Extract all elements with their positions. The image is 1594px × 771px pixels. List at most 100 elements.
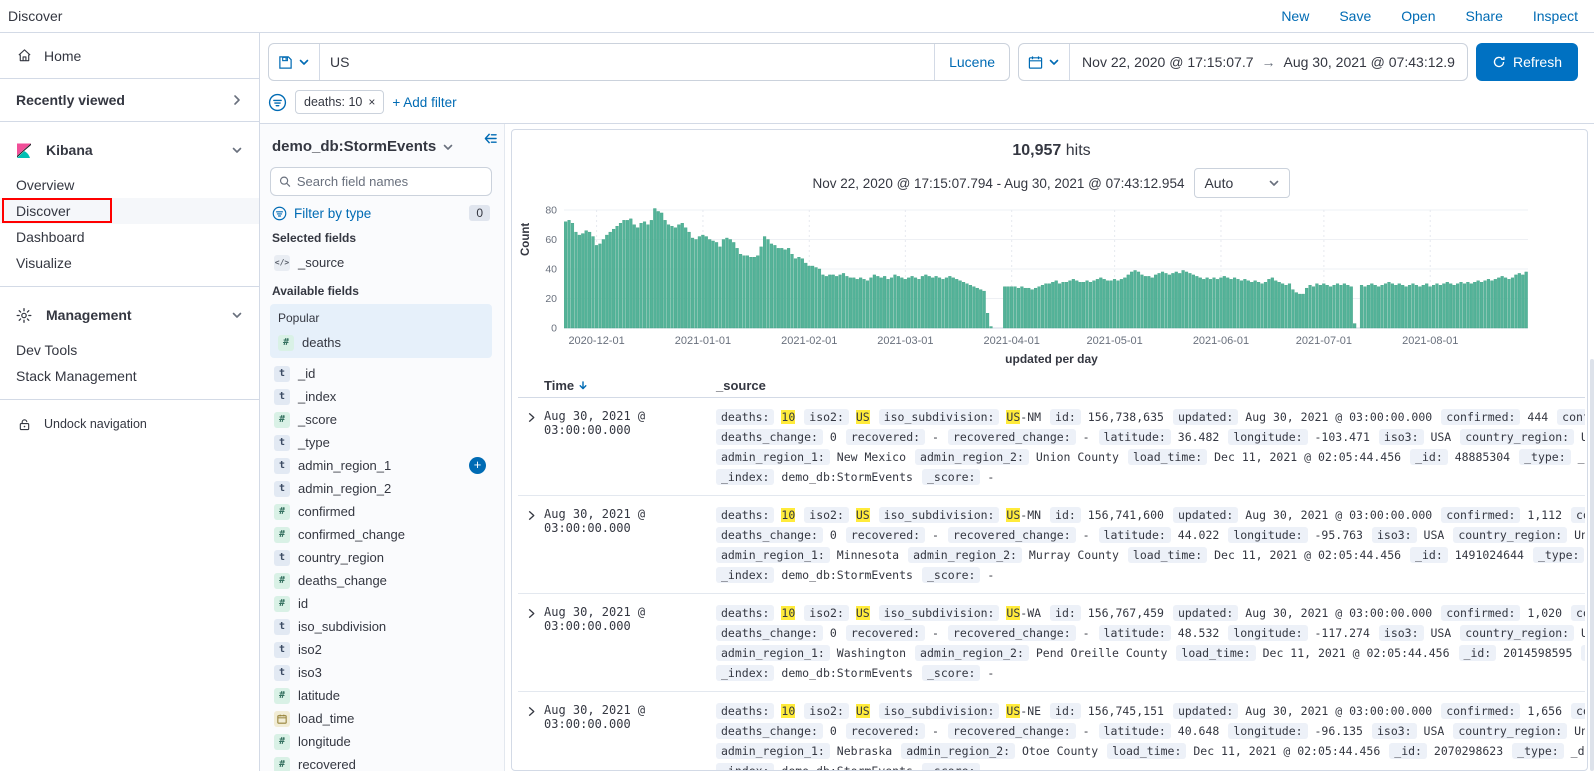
histogram-bar[interactable]	[1511, 278, 1514, 328]
histogram-bar[interactable]	[1182, 270, 1185, 328]
histogram-bar[interactable]	[1045, 284, 1048, 328]
histogram-bar[interactable]	[1504, 278, 1507, 328]
add-filter-button[interactable]: + Add filter	[392, 95, 456, 110]
histogram-bar[interactable]	[1360, 285, 1363, 328]
histogram-bar[interactable]	[1456, 284, 1459, 328]
histogram-bar[interactable]	[828, 275, 831, 328]
histogram-bar[interactable]	[1110, 281, 1113, 328]
histogram-bar[interactable]	[1439, 285, 1442, 328]
histogram-bar[interactable]	[931, 278, 934, 328]
sidebar-item-home[interactable]: Home	[0, 33, 259, 79]
histogram-bar[interactable]	[959, 281, 962, 328]
histogram-bar[interactable]	[750, 257, 753, 328]
field-item-confirmed[interactable]: #confirmed	[270, 500, 492, 523]
histogram-bar[interactable]	[1161, 272, 1164, 328]
histogram-bar[interactable]	[1316, 284, 1319, 328]
field-search[interactable]	[270, 167, 492, 196]
histogram-bar[interactable]	[1189, 273, 1192, 328]
histogram-bar[interactable]	[1038, 287, 1041, 328]
histogram-bar[interactable]	[948, 276, 951, 328]
filter-pill-deaths[interactable]: deaths: 10 ×	[295, 90, 384, 114]
histogram-bar[interactable]	[911, 276, 914, 328]
histogram-bar[interactable]	[571, 223, 574, 328]
histogram-bar[interactable]	[1096, 279, 1099, 328]
field-item-deaths[interactable]: #deaths	[274, 331, 488, 354]
histogram-bar[interactable]	[653, 209, 656, 328]
histogram-bar[interactable]	[1460, 282, 1463, 328]
histogram-bar[interactable]	[581, 234, 584, 328]
histogram-bar[interactable]	[832, 275, 835, 328]
histogram-bar[interactable]	[818, 269, 821, 328]
field-item-_score[interactable]: #_score	[270, 408, 492, 431]
saved-query-button[interactable]	[269, 44, 320, 80]
histogram-bar[interactable]	[1333, 285, 1336, 328]
histogram-bar[interactable]	[1422, 285, 1425, 328]
histogram-bar[interactable]	[681, 223, 684, 328]
histogram-bar[interactable]	[1288, 284, 1291, 328]
histogram-bar[interactable]	[1021, 287, 1024, 328]
sidebar-item-stack-management[interactable]: Stack Management	[0, 363, 259, 389]
field-item-iso3[interactable]: tiso3	[270, 661, 492, 684]
add-field-button[interactable]: +	[469, 457, 486, 474]
histogram-bar[interactable]	[568, 220, 571, 328]
histogram-bar[interactable]	[1134, 270, 1137, 328]
histogram-bar[interactable]	[914, 278, 917, 328]
histogram-bar[interactable]	[1487, 279, 1490, 328]
histogram-bar[interactable]	[1271, 278, 1274, 328]
histogram-bar[interactable]	[1031, 290, 1034, 328]
histogram-bar[interactable]	[1223, 276, 1226, 328]
histogram-bar[interactable]	[1093, 281, 1096, 328]
histogram-bar[interactable]	[629, 219, 632, 328]
histogram-bar[interactable]	[1147, 276, 1150, 328]
top-link-share[interactable]: Share	[1466, 8, 1503, 24]
histogram-bar[interactable]	[715, 242, 718, 328]
histogram-bar[interactable]	[1226, 278, 1229, 328]
sidebar-item-dashboard[interactable]: Dashboard	[0, 224, 259, 250]
histogram-bar[interactable]	[1336, 284, 1339, 328]
histogram-bar[interactable]	[695, 240, 698, 329]
field-item-admin_region_1[interactable]: tadmin_region_1+	[270, 454, 492, 477]
histogram-bar[interactable]	[1515, 275, 1518, 328]
histogram-bar[interactable]	[585, 231, 588, 328]
histogram-bar[interactable]	[870, 278, 873, 328]
histogram-bar[interactable]	[1467, 282, 1470, 328]
histogram-bar[interactable]	[1446, 282, 1449, 328]
time-column-header[interactable]: Time	[544, 378, 716, 393]
histogram-bar[interactable]	[616, 226, 619, 328]
histogram-bar[interactable]	[1024, 288, 1027, 328]
histogram-bar[interactable]	[1010, 287, 1013, 328]
histogram-bar[interactable]	[1394, 285, 1397, 328]
expand-doc-icon[interactable]	[518, 701, 544, 771]
histogram-bar[interactable]	[1388, 282, 1391, 328]
histogram-chart[interactable]: Count 0204060802020-12-012021-01-012021-…	[518, 204, 1585, 352]
histogram-bar[interactable]	[599, 244, 602, 328]
histogram-bar[interactable]	[928, 276, 931, 328]
histogram-bar[interactable]	[1295, 293, 1298, 328]
field-item-latitude[interactable]: #latitude	[270, 684, 492, 707]
histogram-bar[interactable]	[1449, 284, 1452, 328]
histogram-bar[interactable]	[883, 276, 886, 328]
histogram-bar[interactable]	[1257, 282, 1260, 328]
histogram-bar[interactable]	[1391, 284, 1394, 328]
field-item-confirmed_change[interactable]: #confirmed_change	[270, 523, 492, 546]
histogram-bar[interactable]	[904, 279, 907, 328]
histogram-bar[interactable]	[729, 240, 732, 329]
histogram-bar[interactable]	[1171, 273, 1174, 328]
histogram-bar[interactable]	[1343, 284, 1346, 328]
index-pattern-select[interactable]: demo_db:StormEvents	[272, 138, 492, 155]
histogram-bar[interactable]	[1240, 281, 1243, 328]
date-to[interactable]: Aug 30, 2021 @ 07:43:12.9	[1284, 54, 1455, 70]
histogram-bar[interactable]	[1501, 276, 1504, 328]
histogram-bar[interactable]	[1247, 281, 1250, 328]
histogram-bar[interactable]	[1230, 279, 1233, 328]
sidebar-item-dev-tools[interactable]: Dev Tools	[0, 337, 259, 363]
histogram-bar[interactable]	[979, 290, 982, 328]
histogram-bar[interactable]	[705, 237, 708, 328]
histogram-bar[interactable]	[924, 275, 927, 328]
histogram-bar[interactable]	[966, 284, 969, 328]
histogram-bar[interactable]	[1525, 272, 1528, 328]
field-item-country_region[interactable]: tcountry_region	[270, 546, 492, 569]
top-link-new[interactable]: New	[1281, 8, 1309, 24]
histogram-bar[interactable]	[643, 222, 646, 328]
histogram-bar[interactable]	[935, 276, 938, 328]
